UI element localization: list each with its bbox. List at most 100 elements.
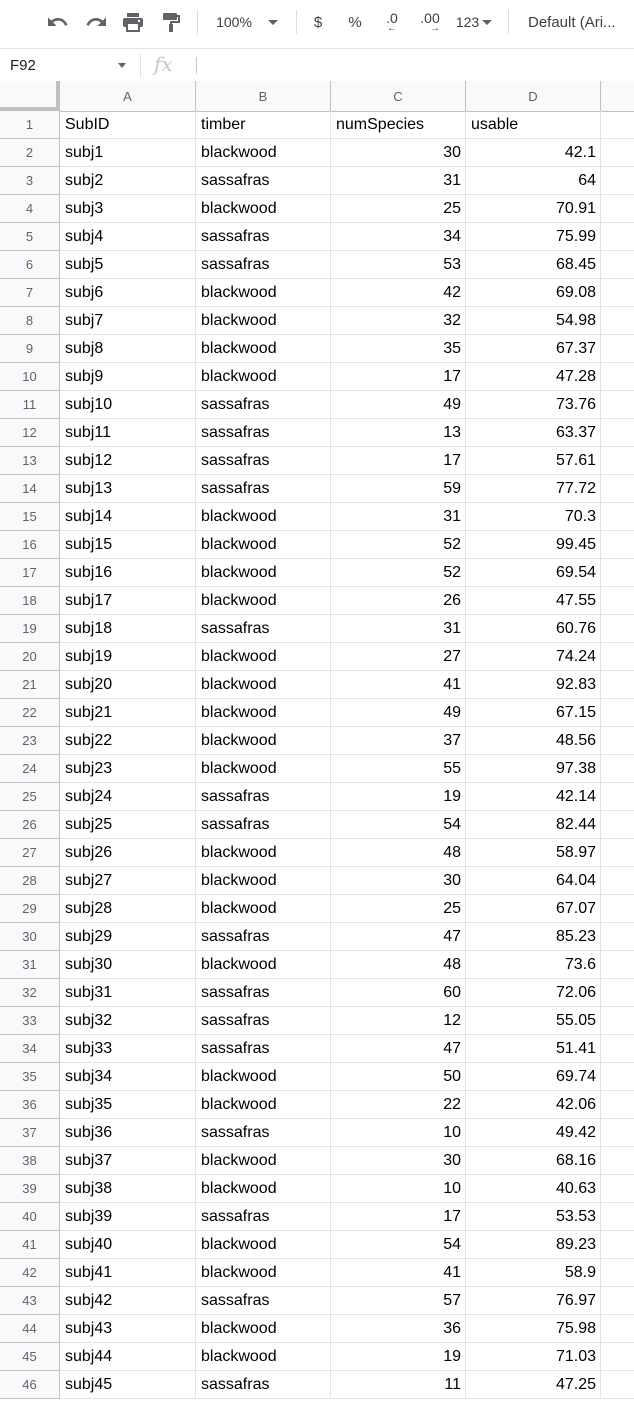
cell-empty[interactable] xyxy=(601,979,634,1007)
cell-numspecies[interactable]: 17 xyxy=(331,1203,466,1231)
decrease-decimal-button[interactable]: .0 ← xyxy=(378,8,406,36)
cell-usable[interactable]: 42.14 xyxy=(466,783,601,811)
cell-empty[interactable] xyxy=(601,1343,634,1371)
row-number[interactable]: 42 xyxy=(0,1259,60,1287)
cell-subid[interactable]: subj41 xyxy=(60,1259,196,1287)
cell-timber[interactable]: sassafras xyxy=(196,1203,331,1231)
cell-numspecies[interactable]: 47 xyxy=(331,923,466,951)
print-button[interactable] xyxy=(119,8,147,36)
cell-subid[interactable]: subj30 xyxy=(60,951,196,979)
cell-usable[interactable]: 72.06 xyxy=(466,979,601,1007)
row-number[interactable]: 37 xyxy=(0,1119,60,1147)
cell-empty[interactable] xyxy=(601,671,634,699)
cell-subid[interactable]: subj1 xyxy=(60,139,196,167)
formula-input[interactable] xyxy=(204,49,634,82)
cell-timber[interactable]: blackwood xyxy=(196,951,331,979)
row-number[interactable]: 43 xyxy=(0,1287,60,1315)
cell-empty[interactable] xyxy=(601,727,634,755)
cell-usable[interactable]: 63.37 xyxy=(466,419,601,447)
row-number[interactable]: 20 xyxy=(0,643,60,671)
cell-numspecies[interactable]: 12 xyxy=(331,1007,466,1035)
cell-empty[interactable] xyxy=(601,895,634,923)
cell-subid[interactable]: subj5 xyxy=(60,251,196,279)
row-number[interactable]: 23 xyxy=(0,727,60,755)
cell-usable[interactable]: 64.04 xyxy=(466,867,601,895)
row-number[interactable]: 16 xyxy=(0,531,60,559)
row-number[interactable]: 31 xyxy=(0,951,60,979)
cell-numspecies[interactable]: 22 xyxy=(331,1091,466,1119)
cell-numspecies[interactable]: 30 xyxy=(331,867,466,895)
cell-empty[interactable] xyxy=(601,1007,634,1035)
row-number[interactable]: 44 xyxy=(0,1315,60,1343)
row-number[interactable]: 13 xyxy=(0,447,60,475)
cell-usable[interactable]: 74.24 xyxy=(466,643,601,671)
cell-usable[interactable]: 68.16 xyxy=(466,1147,601,1175)
cell-timber[interactable]: blackwood xyxy=(196,755,331,783)
cell-usable[interactable]: 48.56 xyxy=(466,727,601,755)
increase-decimal-button[interactable]: .00 → xyxy=(414,8,446,36)
cell-usable[interactable]: 42.1 xyxy=(466,139,601,167)
cell-usable[interactable]: 47.55 xyxy=(466,587,601,615)
cell-timber[interactable]: sassafras xyxy=(196,391,331,419)
cell-subid[interactable]: subj34 xyxy=(60,1063,196,1091)
cell-subid[interactable]: subj45 xyxy=(60,1371,196,1399)
cell-usable[interactable]: 54.98 xyxy=(466,307,601,335)
cell-numspecies[interactable]: 54 xyxy=(331,811,466,839)
cell-usable[interactable]: 73.6 xyxy=(466,951,601,979)
cell-usable[interactable]: 67.15 xyxy=(466,699,601,727)
cell-timber[interactable]: blackwood xyxy=(196,335,331,363)
cell-empty[interactable] xyxy=(601,615,634,643)
cell-numspecies[interactable]: 47 xyxy=(331,1035,466,1063)
redo-button[interactable] xyxy=(82,8,110,36)
cell-timber[interactable]: blackwood xyxy=(196,1091,331,1119)
cell-empty[interactable] xyxy=(601,1315,634,1343)
row-number[interactable]: 25 xyxy=(0,783,60,811)
cell-empty[interactable] xyxy=(601,755,634,783)
cell-subid[interactable]: subj20 xyxy=(60,671,196,699)
cell-timber[interactable]: sassafras xyxy=(196,475,331,503)
cell-subid[interactable]: subj22 xyxy=(60,727,196,755)
cell-empty[interactable] xyxy=(601,811,634,839)
cell-timber[interactable]: blackwood xyxy=(196,727,331,755)
cell-usable[interactable]: 68.45 xyxy=(466,251,601,279)
cell-numspecies[interactable]: 25 xyxy=(331,195,466,223)
cell-numspecies[interactable]: 10 xyxy=(331,1119,466,1147)
row-number[interactable]: 10 xyxy=(0,363,60,391)
cell-subid[interactable]: subj9 xyxy=(60,363,196,391)
cell-empty[interactable] xyxy=(601,1259,634,1287)
cell-empty[interactable] xyxy=(601,195,634,223)
cell-numspecies[interactable]: 30 xyxy=(331,1147,466,1175)
name-box[interactable]: F92 xyxy=(0,49,134,82)
cell-empty[interactable] xyxy=(601,839,634,867)
cell-numspecies[interactable]: 13 xyxy=(331,419,466,447)
cell-usable[interactable]: 69.08 xyxy=(466,279,601,307)
cell-timber[interactable]: sassafras xyxy=(196,979,331,1007)
cell-timber[interactable]: sassafras xyxy=(196,1035,331,1063)
cell-usable[interactable]: 92.83 xyxy=(466,671,601,699)
cell-subid[interactable]: subj6 xyxy=(60,279,196,307)
cell-subid[interactable]: subj35 xyxy=(60,1091,196,1119)
cell-empty[interactable] xyxy=(601,643,634,671)
cell-usable[interactable]: 71.03 xyxy=(466,1343,601,1371)
row-number[interactable]: 2 xyxy=(0,139,60,167)
cell-subid[interactable]: subj24 xyxy=(60,783,196,811)
cell-usable[interactable]: 73.76 xyxy=(466,391,601,419)
cell-timber[interactable]: sassafras xyxy=(196,447,331,475)
cell-empty[interactable] xyxy=(601,307,634,335)
row-number[interactable]: 11 xyxy=(0,391,60,419)
row-number[interactable]: 24 xyxy=(0,755,60,783)
cell-empty[interactable] xyxy=(601,419,634,447)
cell-usable[interactable]: 82.44 xyxy=(466,811,601,839)
cell-subid[interactable]: subj4 xyxy=(60,223,196,251)
more-formats-button[interactable]: 123 xyxy=(452,8,496,36)
cell-usable[interactable]: 58.97 xyxy=(466,839,601,867)
cell-timber[interactable]: blackwood xyxy=(196,307,331,335)
cell-usable[interactable]: 60.76 xyxy=(466,615,601,643)
cell-timber[interactable]: sassafras xyxy=(196,419,331,447)
cell-numspecies[interactable]: 52 xyxy=(331,559,466,587)
cell-usable[interactable]: 89.23 xyxy=(466,1231,601,1259)
cell-empty[interactable] xyxy=(601,783,634,811)
cell-usable[interactable]: 47.28 xyxy=(466,363,601,391)
paint-format-button[interactable] xyxy=(157,8,185,36)
cell-empty[interactable] xyxy=(601,223,634,251)
